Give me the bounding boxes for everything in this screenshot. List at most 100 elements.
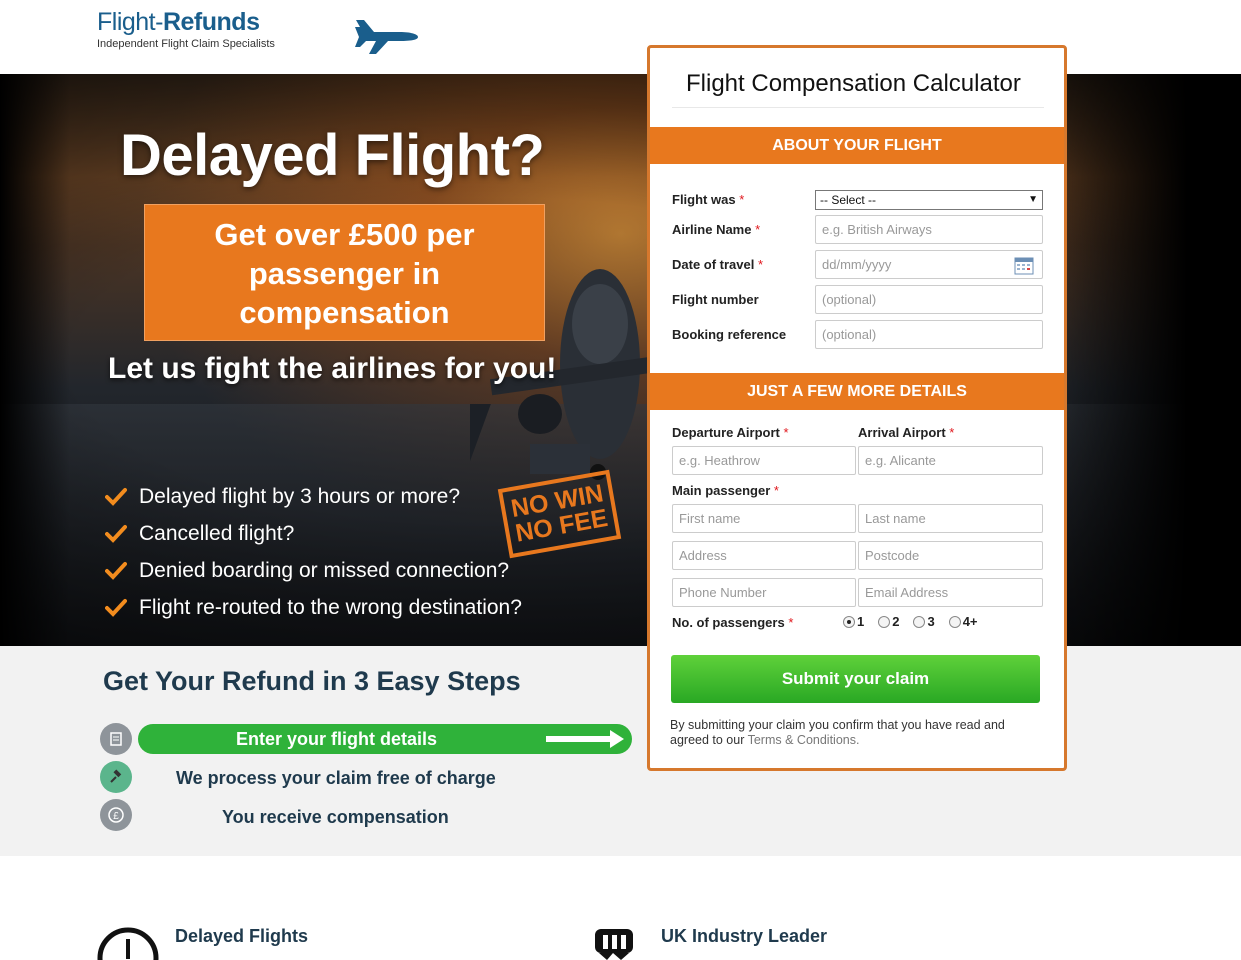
passengers-radio-3[interactable]: 3 — [913, 614, 935, 629]
last-name-input[interactable]: Last name — [858, 504, 1043, 533]
list-item-text: Cancelled flight? — [139, 521, 295, 545]
list-item-text: Flight re-routed to the wrong destinatio… — [139, 595, 522, 619]
logo-name-bold: Refunds — [162, 8, 260, 36]
logo-name-light: Flight- — [97, 8, 163, 36]
flight-was-select[interactable]: -- Select -- ▼ — [815, 190, 1043, 210]
arrival-airport-input[interactable]: e.g. Alicante — [858, 446, 1043, 475]
checkmark-icon — [105, 487, 127, 506]
claim-form-panel: Flight Compensation Calculator ABOUT YOU… — [647, 45, 1067, 771]
terms-link[interactable]: Terms & Conditions. — [748, 733, 860, 747]
step-label: You receive compensation — [222, 807, 449, 827]
booking-reference-input[interactable]: (optional) — [815, 320, 1043, 349]
form-icon — [100, 723, 132, 755]
select-value: -- Select -- — [820, 193, 877, 207]
checkmark-icon — [105, 524, 127, 543]
offer-line: compensation — [239, 295, 450, 330]
address-input[interactable]: Address — [672, 541, 856, 570]
radio-label: 3 — [927, 614, 935, 629]
eligibility-list: Delayed flight by 3 hours or more? Cance… — [105, 478, 522, 626]
feature-title: UK Industry Leader — [661, 926, 828, 946]
required-mark: * — [773, 483, 779, 498]
required-mark: * — [758, 257, 764, 272]
phone-input[interactable]: Phone Number — [672, 578, 856, 607]
passengers-radio-1[interactable]: 1 — [843, 614, 864, 629]
main-passenger-label: Main passenger * — [672, 483, 779, 498]
hero-edge-right — [1061, 74, 1241, 646]
checkmark-icon — [105, 561, 127, 580]
label-text: Arrival Airport — [858, 425, 946, 440]
airplane-icon — [355, 20, 418, 54]
feature-industry-leader: UK Industry Leader — [661, 926, 827, 947]
departure-airport-input[interactable]: e.g. Heathrow — [672, 446, 856, 475]
ribbon-icon — [595, 929, 633, 960]
label-text: Departure Airport — [672, 425, 780, 440]
chevron-down-icon: ▼ — [1028, 194, 1038, 205]
svg-text:£: £ — [113, 811, 119, 822]
radio-button[interactable] — [913, 615, 926, 628]
arrow-right-icon — [546, 730, 624, 748]
offer-line: Get over £500 per — [214, 217, 475, 252]
submit-claim-button[interactable]: Submit your claim — [671, 655, 1040, 703]
hero-subtitle: Let us fight the airlines for you! — [108, 352, 557, 385]
steps-title: Get Your Refund in 3 Easy Steps — [103, 666, 521, 696]
required-mark: * — [949, 425, 955, 440]
passengers-label: No. of passengers * — [672, 615, 793, 630]
booking-reference-label: Booking reference — [672, 327, 787, 342]
departure-label: Departure Airport * — [672, 425, 789, 440]
arrival-label: Arrival Airport * — [858, 425, 954, 440]
airline-label: Airline Name * — [672, 222, 760, 237]
radio-button[interactable] — [843, 615, 855, 628]
passengers-radio-4plus[interactable]: 4+ — [948, 614, 978, 629]
date-input[interactable]: dd/mm/yyyy — [815, 250, 1043, 279]
label-text: Airline Name — [672, 222, 752, 237]
airline-input[interactable]: e.g. British Airways — [815, 215, 1043, 244]
flight-number-label: Flight number — [672, 292, 759, 307]
required-mark: * — [788, 615, 794, 630]
list-item: Cancelled flight? — [105, 515, 522, 552]
passengers-radio-2[interactable]: 2 — [878, 614, 899, 629]
list-item-text: Denied boarding or missed connection? — [139, 558, 510, 582]
hero-edge-left — [0, 74, 70, 646]
label-text: Date of travel — [672, 257, 755, 272]
section-header-flight: ABOUT YOUR FLIGHT — [650, 127, 1064, 164]
offer-box: Get over £500 per passenger in compensat… — [144, 204, 545, 341]
logo[interactable]: Flight-Refunds Independent Flight Claim … — [97, 8, 418, 54]
required-mark: * — [755, 222, 761, 237]
logo-tagline: Independent Flight Claim Specialists — [97, 38, 275, 50]
calendar-icon[interactable] — [1014, 255, 1034, 275]
first-name-input[interactable]: First name — [672, 504, 856, 533]
label-text: Flight was — [672, 192, 736, 207]
required-mark: * — [783, 425, 789, 440]
offer-line: passenger in — [248, 256, 441, 291]
radio-label: 1 — [857, 614, 865, 629]
list-item-text: Delayed flight by 3 hours or more? — [139, 484, 460, 508]
postcode-input[interactable]: Postcode — [858, 541, 1043, 570]
checkmark-icon — [105, 598, 127, 617]
step-label: Enter your flight details — [236, 728, 438, 749]
hero-title: Delayed Flight? — [120, 123, 545, 188]
clock-icon — [97, 927, 159, 960]
date-label: Date of travel * — [672, 257, 763, 272]
required-mark: * — [739, 192, 745, 207]
date-placeholder: dd/mm/yyyy — [822, 257, 892, 272]
section-header-details: JUST A FEW MORE DETAILS — [650, 373, 1064, 410]
gavel-icon — [100, 761, 132, 793]
list-item: Delayed flight by 3 hours or more? — [105, 478, 522, 515]
label-text: No. of passengers — [672, 615, 785, 630]
list-item: Denied boarding or missed connection? — [105, 552, 522, 589]
disclaimer-text: By submitting your claim you confirm tha… — [670, 718, 1042, 748]
label-text: Main passenger — [672, 483, 771, 498]
flight-was-label: Flight was * — [672, 192, 744, 207]
radio-label: 4+ — [962, 614, 978, 629]
radio-label: 2 — [892, 614, 900, 629]
pound-coin-icon: £ — [100, 799, 132, 831]
logo-text: Flight-Refunds — [97, 8, 275, 37]
radio-button[interactable] — [878, 615, 891, 628]
form-title: Flight Compensation Calculator — [672, 70, 1044, 108]
list-item: Flight re-routed to the wrong destinatio… — [105, 589, 522, 626]
radio-button[interactable] — [948, 615, 961, 628]
feature-delayed-flights: Delayed Flights — [175, 926, 308, 947]
step-enter-details: Enter your flight details — [138, 724, 632, 754]
email-input[interactable]: Email Address — [858, 578, 1043, 607]
flight-number-input[interactable]: (optional) — [815, 285, 1043, 314]
